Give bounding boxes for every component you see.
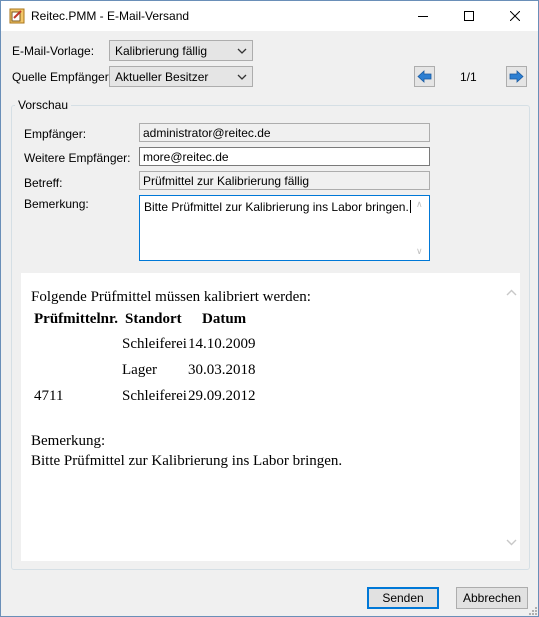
source-label: Quelle Empfänger:: [12, 70, 113, 84]
scroll-up-icon: [506, 289, 517, 296]
preview-intro: Folgende Prüfmittel müssen kalibriert we…: [31, 289, 311, 305]
scroll-up-icon: ∧: [416, 199, 423, 209]
window-title: Reitec.PMM - E-Mail-Versand: [31, 9, 190, 23]
template-select-value: Kalibrierung fällig: [115, 44, 208, 58]
scroll-down-icon: [506, 539, 517, 546]
scroll-down-icon: ∨: [416, 246, 423, 256]
previous-button[interactable]: [414, 66, 435, 87]
maximize-button[interactable]: [446, 1, 492, 31]
mail-preview-pane: Folgende Prüfmittel müssen kalibriert we…: [21, 273, 520, 561]
subject-field: Prüfmittel zur Kalibrierung fällig: [139, 171, 430, 190]
chevron-down-icon: [237, 74, 247, 80]
preview-group-title: Vorschau: [15, 98, 72, 112]
app-icon: [9, 8, 25, 24]
preview-remark-heading: Bemerkung:: [31, 433, 106, 449]
preview-row-3-number: 4711: [34, 388, 64, 404]
resize-grip-icon[interactable]: [527, 605, 537, 615]
close-button[interactable]: [492, 1, 538, 31]
template-label: E-Mail-Vorlage:: [12, 44, 95, 58]
preview-row-2-location: Lager: [122, 362, 157, 378]
more-recipients-input[interactable]: more@reitec.de: [139, 147, 430, 166]
arrow-right-icon: [509, 70, 524, 83]
send-button[interactable]: Senden: [367, 587, 439, 609]
preview-row-1-date: 14.10.2009: [188, 336, 256, 352]
preview-header-date: Datum: [202, 311, 247, 327]
preview-remark-text: Bitte Prüfmittel zur Kalibrierung ins La…: [31, 453, 343, 469]
chevron-down-icon: [237, 48, 247, 54]
preview-row-3-date: 29.09.2012: [188, 388, 256, 404]
arrow-left-icon: [417, 70, 432, 83]
next-button[interactable]: [506, 66, 527, 87]
remark-label: Bemerkung:: [24, 197, 89, 211]
subject-label: Betreff:: [24, 176, 63, 190]
remark-textarea[interactable]: Bitte Prüfmittel zur Kalibrierung ins La…: [139, 195, 430, 261]
preview-header-location: Standort: [125, 311, 182, 327]
remark-text: Bitte Prüfmittel zur Kalibrierung ins La…: [144, 200, 409, 214]
pager-text: 1/1: [460, 70, 477, 84]
remark-scrollbar[interactable]: ∧ ∨: [412, 196, 429, 260]
preview-row-2-date: 30.03.2018: [188, 362, 256, 378]
source-select[interactable]: Aktueller Besitzer: [109, 66, 253, 87]
preview-scrollbar[interactable]: [503, 273, 520, 561]
template-select[interactable]: Kalibrierung fällig: [109, 40, 253, 61]
preview-row-1-location: Schleiferei: [122, 336, 187, 352]
recipient-label: Empfänger:: [24, 127, 87, 141]
preview-header-number: Prüfmittelnr.: [34, 311, 119, 327]
title-bar[interactable]: Reitec.PMM - E-Mail-Versand: [1, 1, 538, 31]
preview-row-3-location: Schleiferei: [122, 388, 187, 404]
text-caret: [409, 200, 411, 213]
remark-text-line: Bitte Prüfmittel zur Kalibrierung ins La…: [144, 200, 411, 214]
more-recipients-label: Weitere Empfänger:: [24, 151, 131, 165]
minimize-button[interactable]: [400, 1, 446, 31]
recipient-field: administrator@reitec.de: [139, 123, 430, 142]
source-select-value: Aktueller Besitzer: [115, 70, 209, 84]
cancel-button[interactable]: Abbrechen: [456, 587, 528, 609]
email-dialog-window: Reitec.PMM - E-Mail-Versand E-Mail-Vorla…: [0, 0, 539, 617]
